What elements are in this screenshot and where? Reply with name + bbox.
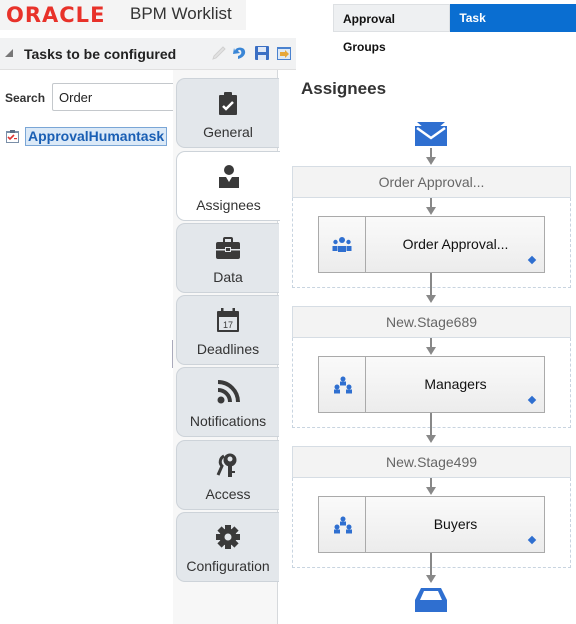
end-outbox-icon [415, 588, 447, 612]
connector-arrow [426, 487, 436, 495]
vtab-label: Assignees [196, 197, 261, 213]
connector-arrow [426, 575, 436, 583]
vtab-label: Configuration [186, 558, 270, 574]
connector [430, 273, 432, 295]
calendar-day: 17 [223, 320, 233, 330]
tasks-panel-title: Tasks to be configured [24, 46, 177, 62]
connector-arrow [426, 157, 436, 165]
participant-name: Buyers [433, 516, 478, 532]
vtab-data[interactable]: Data [176, 223, 279, 293]
participant-node[interactable]: Buyers [318, 496, 545, 553]
connector-arrow [426, 207, 436, 215]
approval-flow-diagram: Order Approval... Order Approval... New.… [292, 0, 571, 624]
edit-icon[interactable] [211, 45, 227, 61]
group-icon [332, 237, 352, 252]
hierarchy-icon [334, 376, 352, 394]
participant-node[interactable]: Order Approval... [318, 216, 545, 273]
hierarchy-icon [334, 516, 352, 534]
connector-arrow [426, 347, 436, 355]
vtab-label: Notifications [189, 413, 267, 429]
vtab-label: General [203, 124, 253, 140]
connector-arrow [426, 295, 436, 303]
diamond-icon [527, 255, 537, 265]
clipboard-check-icon [219, 92, 237, 115]
calendar-icon: 17 [217, 308, 239, 332]
connector [430, 553, 432, 575]
person-icon [218, 165, 239, 188]
task-icon [6, 130, 19, 143]
brand-bar: ORACLE BPM Worklist [0, 0, 246, 30]
participant-node[interactable]: Managers [318, 356, 545, 413]
rss-icon [217, 380, 240, 404]
participant-icon-cell [319, 497, 366, 552]
diamond-icon [527, 535, 537, 545]
start-inbox-icon [415, 122, 447, 146]
vertical-tab-column: General Assignees Data 17 Deadlines Noti… [173, 70, 280, 624]
briefcase-icon [216, 237, 240, 259]
stage-header[interactable]: New.Stage499 [292, 446, 571, 478]
connector-arrow [426, 435, 436, 443]
stage-header[interactable]: New.Stage689 [292, 306, 571, 338]
vtab-assignees[interactable]: Assignees [176, 151, 280, 221]
vtab-label: Access [205, 486, 251, 502]
save-icon[interactable] [254, 45, 270, 61]
vtab-access[interactable]: Access [176, 440, 279, 510]
vtab-notifications[interactable]: Notifications [176, 367, 279, 437]
gear-icon [216, 525, 240, 549]
vtab-general[interactable]: General [176, 78, 279, 148]
search-input[interactable] [52, 83, 182, 111]
tasks-panel-header: Tasks to be configured [0, 38, 296, 70]
tree-item-label: ApprovalHumantask [25, 127, 168, 146]
app-title: BPM Worklist [130, 4, 232, 23]
commit-icon[interactable] [276, 45, 292, 61]
diamond-icon [527, 395, 537, 405]
stage-header[interactable]: Order Approval... [292, 166, 571, 198]
connector [430, 413, 432, 435]
undo-icon[interactable] [232, 45, 248, 61]
search-label: Search [5, 91, 46, 105]
keys-icon [216, 453, 237, 477]
vtab-label: Data [213, 269, 243, 285]
vtab-configuration[interactable]: Configuration [176, 512, 279, 582]
tree-item-approvalhumantask[interactable]: ApprovalHumantask [5, 127, 168, 146]
vtab-label: Deadlines [196, 341, 260, 357]
participant-icon-cell [319, 217, 366, 272]
oracle-logo: ORACLE [6, 3, 106, 27]
participant-name: Order Approval... [402, 236, 509, 252]
vtab-deadlines[interactable]: 17 Deadlines [176, 295, 279, 365]
participant-name: Managers [424, 376, 487, 392]
collapse-icon[interactable] [5, 49, 13, 57]
participant-icon-cell [319, 357, 366, 412]
